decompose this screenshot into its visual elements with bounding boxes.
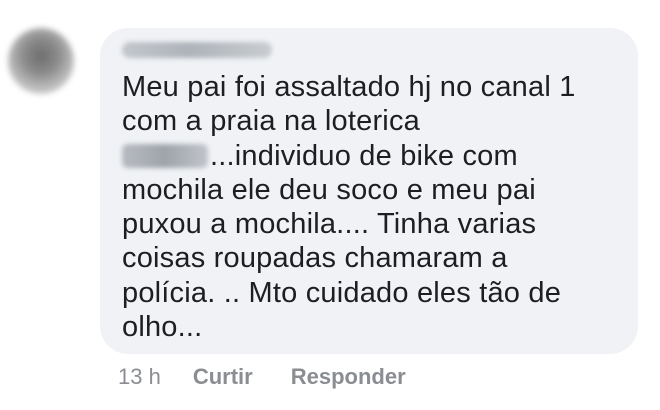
comment-line: mochila ele deu soco e meu pai — [122, 173, 536, 206]
comment-line: coisas roupadas chamaram a — [122, 242, 508, 275]
comment-text: Meu pai foi assaltado hj no canal 1 com … — [122, 70, 622, 344]
comment-line: polícia. .. Mto cuidado eles tão de — [122, 276, 562, 309]
like-button[interactable]: Curtir — [193, 364, 253, 390]
comment-line-text: ...individuo de bike com — [210, 139, 518, 172]
comment-line: olho... — [122, 311, 203, 344]
comment-line-with-mention: ...individuo de bike com — [122, 139, 622, 173]
reply-button[interactable]: Responder — [291, 364, 406, 390]
comment-line: puxou a mochila.... Tinha varias — [122, 208, 537, 241]
comment-line: Meu pai foi assaltado hj no canal 1 — [122, 71, 576, 103]
author-name-blurred[interactable] — [122, 42, 272, 58]
avatar[interactable] — [8, 28, 74, 94]
blurred-mention — [122, 143, 208, 168]
timestamp-link[interactable]: 13 h — [118, 364, 161, 390]
comment-line: com a praia na loterica — [122, 105, 420, 138]
comment-actions: 13 h Curtir Responder — [118, 362, 444, 392]
comment-bubble: Meu pai foi assaltado hj no canal 1 com … — [100, 28, 638, 354]
